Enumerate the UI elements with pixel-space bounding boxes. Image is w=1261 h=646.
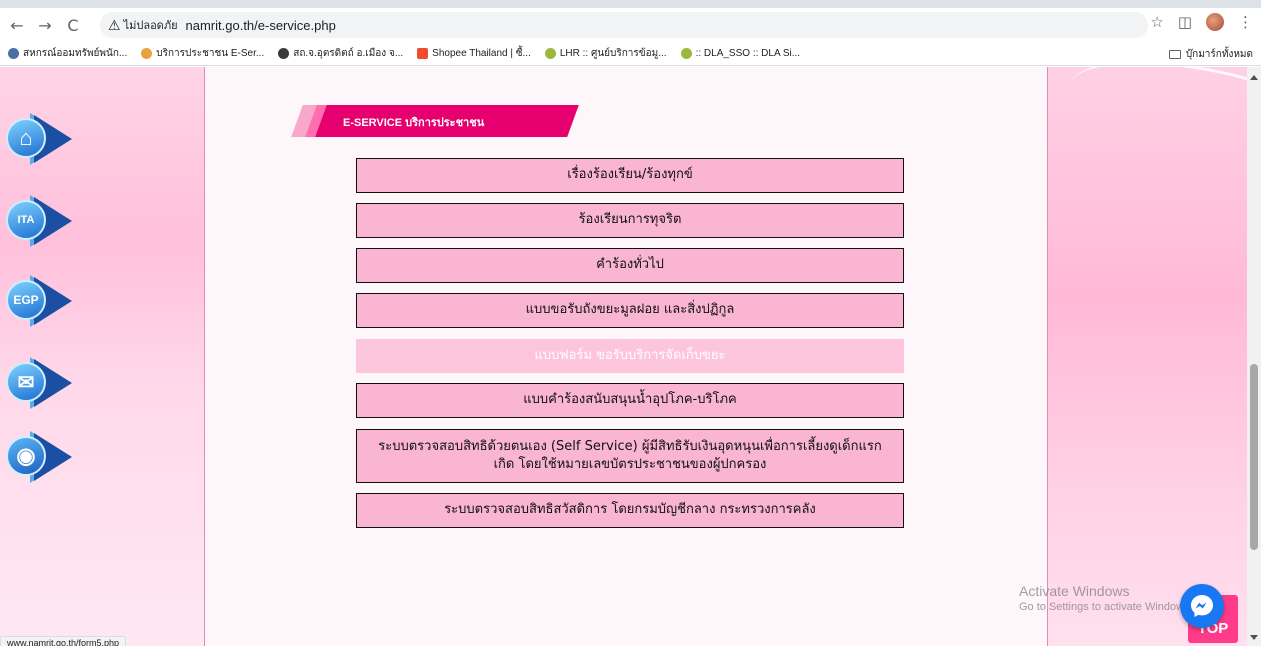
bookmarks-bar: สหกรณ์ออมทรัพย์พนัก... บริการประชาชน E-S… — [0, 42, 1261, 66]
mail-shortcut[interactable]: ✉ — [6, 353, 74, 413]
right-decoration — [1048, 67, 1247, 646]
scroll-down-icon[interactable] — [1250, 635, 1258, 640]
service-button-newborn-check[interactable]: ระบบตรวจสอบสิทธิด้วยตนเอง (Self Service)… — [356, 429, 904, 483]
reload-button[interactable]: C — [62, 14, 84, 36]
home-icon: ⌂ — [6, 118, 46, 158]
bookmark-label: สหกรณ์ออมทรัพย์พนัก... — [23, 48, 128, 59]
service-button-trash-bin[interactable]: แบบขอรับถังขยะมูลฝอย และสิ่งปฏิกูล — [356, 293, 904, 328]
warning-icon: ⚠ — [108, 16, 121, 33]
user-icon: ◉ — [6, 436, 46, 476]
service-button-garbage-collection[interactable]: แบบฟอร์ม ขอรับบริการจัดเก็บขยะ — [356, 339, 904, 373]
watermark-line1: Activate Windows — [1019, 583, 1130, 599]
side-panel-icon[interactable]: ◫ — [1178, 13, 1192, 31]
home-shortcut[interactable]: ⌂ — [6, 109, 74, 169]
service-button-corruption[interactable]: ร้องเรียนการทุจริต — [356, 203, 904, 238]
bookmark-label: LHR :: ศูนย์บริการข้อมู... — [559, 48, 667, 59]
tab-strip — [0, 0, 1261, 8]
bookmark-item[interactable]: Shopee Thailand | ซื้... — [417, 46, 531, 61]
security-chip[interactable]: ⚠ ไม่ปลอดภัย — [108, 16, 178, 34]
scroll-up-icon[interactable] — [1250, 75, 1258, 80]
bookmark-item[interactable]: สหกรณ์ออมทรัพย์พนัก... — [8, 46, 127, 61]
decor-swoosh — [1063, 67, 1247, 169]
page-viewport: ⌂ ITA EGP ✉ ◉ E-SERVICE บริการประชาชน เร… — [0, 67, 1247, 646]
bookmark-label: บริการประชาชน E-Ser... — [156, 48, 265, 59]
favicon-icon — [544, 48, 556, 59]
vertical-scrollbar[interactable] — [1247, 67, 1261, 646]
security-label: ไม่ปลอดภัย — [123, 20, 178, 32]
bookmark-item[interactable]: สถ.จ.อุตรดิตถ์ อ.เมือง จ... — [278, 46, 403, 61]
mail-icon: ✉ — [6, 362, 46, 402]
favicon-icon — [141, 48, 153, 59]
service-button-complaint[interactable]: เรื่องร้องเรียน/ร้องทุกข์ — [356, 158, 904, 193]
messenger-chat-button[interactable] — [1180, 584, 1224, 628]
all-bookmarks[interactable]: บุ๊กมาร์กทั้งหมด — [1168, 47, 1253, 62]
itax-shortcut[interactable]: ITA — [6, 191, 74, 251]
url-field[interactable]: ⚠ ไม่ปลอดภัย namrit.go.th/e-service.php — [100, 12, 1148, 38]
url-text: namrit.go.th/e-service.php — [185, 17, 336, 33]
bookmark-item[interactable]: LHR :: ศูนย์บริการข้อมู... — [544, 46, 667, 61]
status-url: www.namrit.go.th/form5.php — [0, 636, 127, 646]
bookmark-label: :: DLA_SSO :: DLA Si... — [695, 48, 801, 59]
menu-icon[interactable]: ⋮ — [1238, 13, 1253, 31]
address-bar-row: ← → C ⚠ ไม่ปลอดภัย namrit.go.th/e-servic… — [0, 8, 1261, 42]
profile-avatar[interactable] — [1206, 13, 1224, 31]
bookmark-item[interactable]: บริการประชาชน E-Ser... — [141, 46, 264, 61]
star-icon[interactable]: ☆ — [1150, 13, 1163, 31]
folder-icon — [1168, 50, 1181, 59]
favicon-icon — [417, 48, 429, 59]
egp-shortcut[interactable]: EGP — [6, 271, 74, 331]
section-title: E-SERVICE บริการประชาชน — [343, 117, 485, 129]
service-button-general-request[interactable]: คำร้องทั่วไป — [356, 248, 904, 283]
all-bookmarks-label: บุ๊กมาร์กทั้งหมด — [1185, 49, 1253, 60]
watermark-line2: Go to Settings to activate Windows. — [1019, 601, 1193, 613]
scrollbar-thumb[interactable] — [1250, 364, 1258, 550]
bookmark-item[interactable]: :: DLA_SSO :: DLA Si... — [680, 48, 801, 59]
favicon-icon — [8, 48, 19, 59]
section-header: E-SERVICE บริการประชาชน — [291, 105, 582, 137]
itax-icon: ITA — [6, 200, 46, 240]
forward-button[interactable]: → — [34, 14, 56, 36]
bookmark-label: Shopee Thailand | ซื้... — [432, 48, 531, 59]
service-button-water-support[interactable]: แบบคำร้องสนับสนุนน้ำอุปโภค-บริโภค — [356, 383, 904, 418]
activate-windows-watermark: Activate Windows Go to Settings to activ… — [1019, 583, 1193, 613]
egp-icon: EGP — [6, 280, 46, 320]
back-button[interactable]: ← — [6, 14, 28, 36]
favicon-icon — [278, 48, 290, 59]
user-shortcut[interactable]: ◉ — [6, 427, 74, 487]
main-content: E-SERVICE บริการประชาชน เรื่องร้องเรียน/… — [204, 67, 1048, 646]
bookmark-label: สถ.จ.อุตรดิตถ์ อ.เมือง จ... — [293, 48, 404, 59]
messenger-icon — [1191, 595, 1213, 617]
favicon-icon — [680, 48, 692, 59]
service-button-welfare-check[interactable]: ระบบตรวจสอบสิทธิสวัสดิการ โดยกรมบัญชีกลา… — [356, 493, 904, 528]
